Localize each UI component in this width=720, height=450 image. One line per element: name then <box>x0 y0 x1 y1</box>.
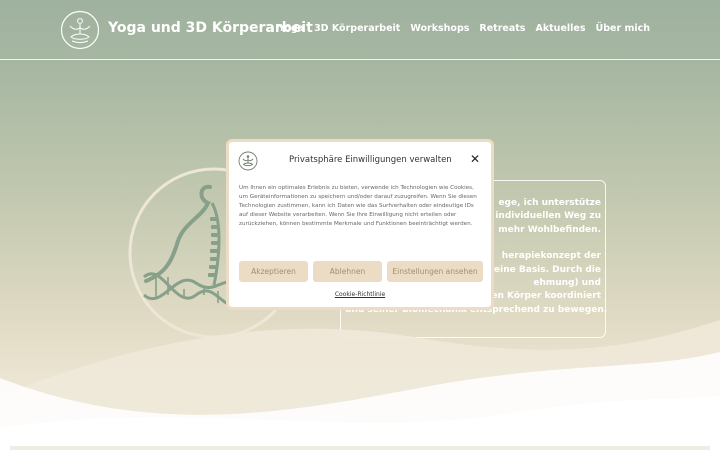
decorative-waves <box>0 320 720 450</box>
nav-item-ueber-mich[interactable]: Über mich <box>596 23 651 34</box>
accept-button[interactable]: Akzeptieren <box>239 261 308 282</box>
dialog-button-row: Akzeptieren Ablehnen Einstellungen anseh… <box>239 261 483 282</box>
nav-item-aktuelles[interactable]: Aktuelles <box>535 23 585 34</box>
decline-button[interactable]: Ablehnen <box>313 261 382 282</box>
nav-item-retreats[interactable]: Retreats <box>479 23 525 34</box>
meditation-figure-icon[interactable] <box>60 10 100 50</box>
nav-item-3d-koerperarbeit[interactable]: 3D Körperarbeit <box>314 23 400 34</box>
close-icon[interactable]: ✕ <box>469 153 481 165</box>
cookie-policy-link[interactable]: Cookie-Richtlinie <box>229 291 491 298</box>
nav-item-yoga[interactable]: Yoga <box>278 23 304 34</box>
section-divider <box>10 446 710 450</box>
dialog-body-text: Um Ihnen ein optimales Erlebnis zu biete… <box>239 185 477 227</box>
main-nav: Yoga 3D Körperarbeit Workshops Retreats … <box>278 23 650 34</box>
cookie-consent-dialog: Privatsphäre Einwilligungen verwalten ✕ … <box>226 139 494 310</box>
site-header: Yoga und 3D Körperarbeit Yoga 3D Körpera… <box>0 0 720 60</box>
meditation-figure-icon <box>238 151 258 171</box>
dialog-title: Privatsphäre Einwilligungen verwalten <box>289 155 452 165</box>
view-settings-button[interactable]: Einstellungen ansehen <box>387 261 483 282</box>
nav-item-workshops[interactable]: Workshops <box>410 23 469 34</box>
